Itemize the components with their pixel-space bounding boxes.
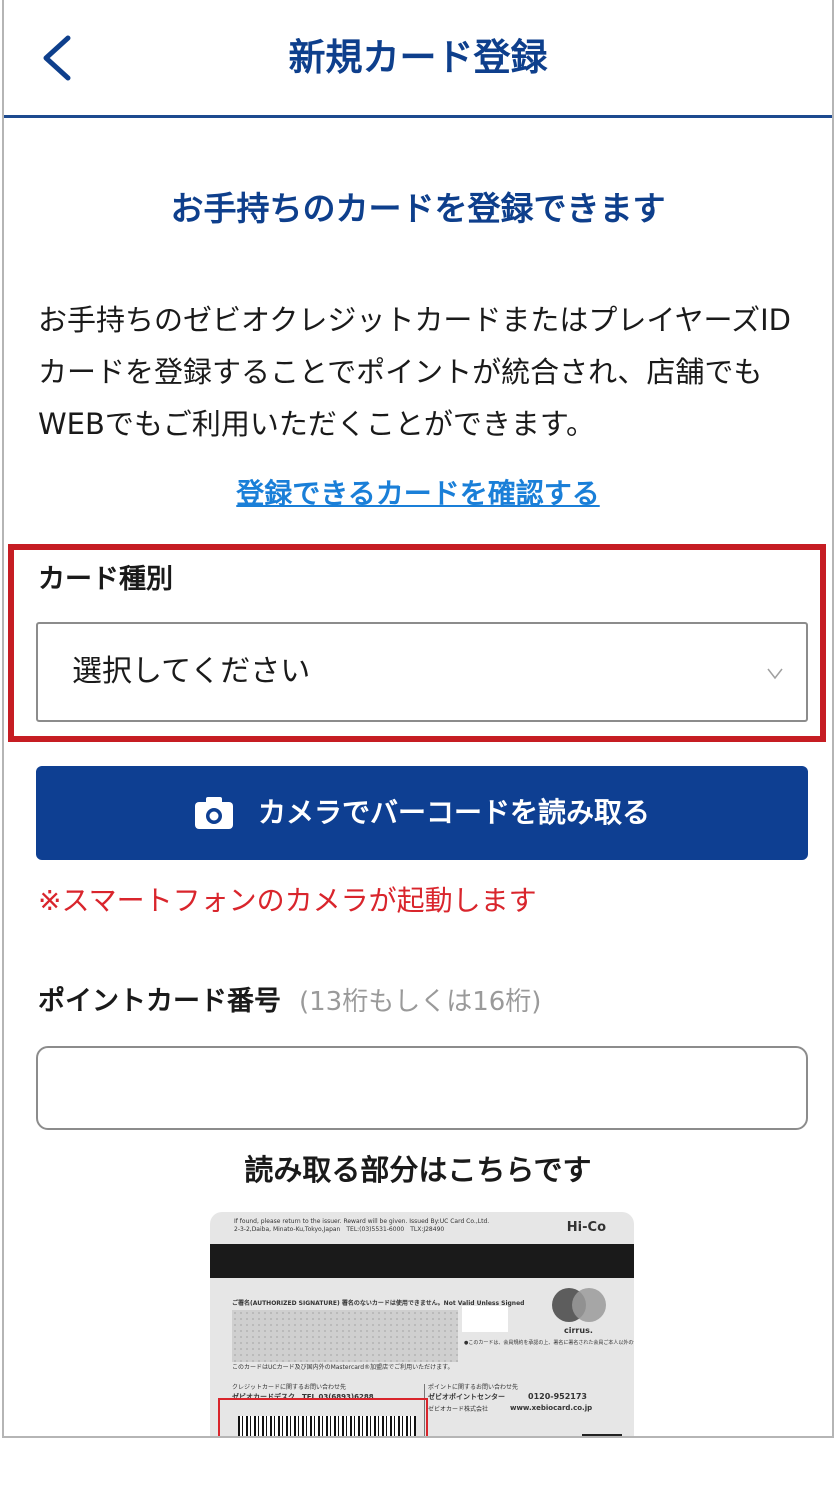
card-type-selected-value: 選択してください — [72, 654, 311, 689]
camera-button-label: カメラでバーコードを読み取る — [257, 796, 650, 829]
point-card-label-row: ポイントカード番号 (13桁もしくは16桁) — [38, 980, 541, 1024]
cirrus-logo: cirrus. — [564, 1326, 593, 1335]
card-type-label: カード種別 — [38, 564, 173, 595]
cvv-box — [462, 1306, 508, 1332]
camera-notice: ※スマートフォンのカメラが起動します — [38, 884, 537, 917]
card-hico-label: Hi-Co — [566, 1220, 606, 1235]
app-screen: 新規カード登録 お手持ちのカードを登録できます お手持ちのゼビオクレジットカード… — [2, 0, 834, 1438]
top-bar: 新規カード登録 — [4, 0, 832, 118]
mastercard-logo-right — [572, 1288, 606, 1322]
point-card-number-input[interactable] — [36, 1046, 808, 1130]
card-bottom-mark — [482, 1436, 542, 1438]
point-card-hint: (13桁もしくは16桁) — [299, 987, 542, 1017]
page-title: 新規カード登録 — [288, 36, 548, 79]
camera-scan-button[interactable]: カメラでバーコードを読み取る — [36, 766, 808, 860]
card-issuer-text: If found, please return to the issuer. R… — [234, 1218, 490, 1233]
card-company-name: ゼビオカード株式会社 — [428, 1406, 489, 1413]
credit-inquiry-text: クレジットカードに関するお問い合わせ先 — [232, 1384, 347, 1391]
section-subtitle: お手持ちのカードを登録できます — [170, 189, 666, 228]
description-text: お手持ちのゼビオクレジットカードまたはプレイヤーズIDカードを登録することでポイ… — [38, 303, 791, 441]
barcode-highlight-frame — [218, 1398, 428, 1436]
magnetic-stripe — [210, 1244, 634, 1278]
camera-icon — [194, 797, 233, 829]
freecall-number: 0120-952173 — [528, 1392, 587, 1401]
card-website: www.xebiocard.co.jp — [510, 1404, 593, 1412]
card-back-image: If found, please return to the issuer. R… — [210, 1212, 634, 1438]
point-center-name: ゼビオポイントセンター — [428, 1393, 505, 1401]
signature-strip — [232, 1310, 458, 1362]
point-card-label: ポイントカード番号 — [38, 986, 281, 1017]
read-area-heading: 読み取る部分はこちらです — [244, 1153, 592, 1187]
registrable-cards-link[interactable]: 登録できるカードを確認する — [4, 470, 832, 518]
chevron-down-icon — [767, 668, 783, 680]
card-bottom-mark-right — [582, 1434, 622, 1436]
card-type-select[interactable]: 選択してください — [36, 622, 808, 722]
card-notes: ●このカードは、会員規約を承認の上、署名に署名された会員ご本人以外の使用はできま… — [464, 1340, 634, 1346]
point-inquiry-text: ポイントに関するお問い合わせ先 — [428, 1384, 519, 1391]
card-usage-text: このカードはUCカード及び国内外のMastercard®加盟店でご利用いただけま… — [232, 1364, 454, 1371]
